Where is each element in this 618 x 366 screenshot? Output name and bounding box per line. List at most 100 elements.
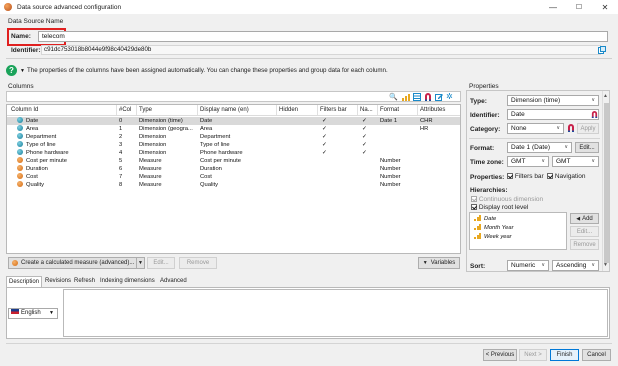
hierarchy-icon <box>474 233 481 239</box>
tab-indexing-dimensions[interactable]: Indexing dimensions <box>98 276 157 287</box>
table-row[interactable]: Date 0 Dimension (time) Date ✓ ✓ Date 1 CHR <box>7 117 460 125</box>
header-type[interactable]: Type <box>137 105 198 115</box>
table-cell-format: Number <box>380 166 401 172</box>
properties-scrollbar[interactable] <box>602 91 609 271</box>
header-col-number[interactable]: #Col <box>117 105 137 115</box>
hierarchies-list[interactable]: Date Month Year Week year <box>469 212 567 250</box>
type-select[interactable]: Dimension (time) ∨ <box>507 95 599 106</box>
apply-button[interactable]: Apply <box>577 123 599 134</box>
measure-icon <box>17 181 23 187</box>
create-measure-dropdown[interactable]: ▼ <box>136 257 145 269</box>
finish-button[interactable]: Finish <box>550 349 579 361</box>
table-cell-filters: ✓ <box>322 134 327 140</box>
copy-icon[interactable] <box>598 46 606 54</box>
table-cell-type: Measure <box>139 158 162 164</box>
hierarchy-tool-icon[interactable] <box>402 93 410 101</box>
filters-bar-check[interactable] <box>507 173 513 179</box>
table-cell-display: Department <box>200 134 231 140</box>
settings-tool-icon[interactable]: ✲ <box>446 92 455 101</box>
table-row[interactable]: Cost 7 Measure Cost Number <box>7 173 460 181</box>
table-row[interactable]: Quality 8 Measure Quality Number <box>7 181 460 189</box>
table-cell-filters <box>320 173 358 181</box>
display-root-checkbox[interactable]: Display root level <box>471 204 528 211</box>
tab-description[interactable]: Description <box>6 276 43 287</box>
edit-measure-button[interactable]: Edit... <box>147 257 175 269</box>
edit-hierarchy-button[interactable]: Edit... <box>570 226 599 237</box>
identifier-prop-input[interactable]: Date <box>507 109 599 120</box>
search-icon[interactable]: 🔍 <box>389 93 398 101</box>
help-icon[interactable]: ? <box>6 65 17 76</box>
description-textarea[interactable] <box>63 289 608 337</box>
table-cell-nav: ✓ <box>362 126 367 132</box>
format-select[interactable]: Date 1 (Date) ∨ <box>507 142 572 153</box>
sort-type-select[interactable]: Numeric ∨ <box>507 260 549 271</box>
name-input[interactable]: telecom <box>38 31 608 42</box>
header-filters-bar[interactable]: Filters bar <box>318 105 358 115</box>
timezone-value-2: GMT <box>556 158 571 165</box>
category-select[interactable]: None ∨ <box>507 123 564 134</box>
create-measure-button[interactable]: Create a calculated measure (advanced)..… <box>8 257 144 269</box>
column-id-label: Phone hardware <box>26 150 69 156</box>
remove-measure-button[interactable]: Remove <box>179 257 217 269</box>
filters-bar-checkbox[interactable]: Filters bar <box>507 173 544 180</box>
table-cell-filters: ✓ <box>322 142 327 148</box>
table-cell-format: Number <box>380 182 401 188</box>
table-cell-id: Area <box>9 125 117 133</box>
header-navigation[interactable]: Na... <box>358 105 378 115</box>
hierarchy-item[interactable]: Week year <box>474 233 512 241</box>
table-row[interactable]: Area 1 Dimension (geogra... Area ✓ ✓ HR <box>7 125 460 133</box>
format-edit-button[interactable]: Edit... <box>575 142 599 153</box>
scrollbar-thumb[interactable] <box>604 103 609 263</box>
header-hidden[interactable]: Hidden <box>277 105 318 115</box>
scroll-up-icon[interactable]: ▲ <box>603 93 608 99</box>
table-cell-nav: ✓ <box>362 134 367 140</box>
variables-button[interactable]: ▼ Variables <box>418 257 460 269</box>
table-cell-hidden <box>279 165 318 173</box>
navigation-check[interactable] <box>547 173 553 179</box>
table-cell-filters: ✓ <box>322 126 327 132</box>
tab-refresh[interactable]: Refresh <box>72 276 97 287</box>
table-tool-icon[interactable] <box>413 93 421 101</box>
header-display-name[interactable]: Display name (en) <box>198 105 277 115</box>
edit-tool-icon[interactable] <box>435 93 443 101</box>
sort-order-select[interactable]: Ascending ∨ <box>552 260 599 271</box>
tab-advanced[interactable]: Advanced <box>158 276 189 287</box>
navigation-checkbox[interactable]: Navigation <box>547 173 586 180</box>
header-attributes[interactable]: Attributes <box>418 105 460 115</box>
header-column-id[interactable]: Column Id <box>9 105 117 115</box>
next-button[interactable]: Next > <box>519 349 547 361</box>
language-value: English <box>21 310 41 316</box>
display-root-check[interactable] <box>471 204 477 210</box>
table-row[interactable]: Cost per minute 5 Measure Cost per minute Nu… <box>7 157 460 165</box>
cancel-button[interactable]: Cancel <box>582 349 611 361</box>
hierarchy-item[interactable]: Date <box>474 215 496 223</box>
chevron-down-icon: ∨ <box>541 158 545 164</box>
add-hierarchy-button[interactable]: ◀ Add <box>570 213 599 224</box>
timezone-select-2[interactable]: GMT ∨ <box>552 156 599 167</box>
continuous-dimension-checkbox[interactable]: Continuous dimension <box>471 196 543 203</box>
remove-hierarchy-button[interactable]: Remove <box>570 239 599 250</box>
magnet-tool-icon[interactable] <box>424 93 432 101</box>
table-row[interactable]: Type of line 3 Dimension Type of line ✓ ✓ <box>7 141 460 149</box>
sort-label: Sort: <box>470 263 486 270</box>
table-cell-attributes <box>420 133 460 141</box>
table-row[interactable]: Department 2 Dimension Department ✓ ✓ <box>7 133 460 141</box>
previous-button[interactable]: < Previous <box>483 349 517 361</box>
hierarchy-item[interactable]: Month Year <box>474 224 514 232</box>
language-select[interactable]: English ▼ <box>8 308 58 319</box>
category-label: Category: <box>470 126 501 133</box>
category-magnet-icon[interactable] <box>567 124 575 132</box>
timezone-select-1[interactable]: GMT ∨ <box>507 156 549 167</box>
continuous-check[interactable] <box>471 196 477 202</box>
tab-revisions[interactable]: Revisions <box>43 276 73 287</box>
sort-type-value: Numeric <box>511 262 536 269</box>
header-format[interactable]: Format <box>378 105 418 115</box>
minimize-button[interactable]: — <box>540 0 566 14</box>
close-button[interactable]: ✕ <box>592 0 618 14</box>
magnet-icon[interactable] <box>591 111 598 118</box>
maximize-button[interactable]: ☐ <box>566 0 592 14</box>
scroll-down-icon[interactable]: ▼ <box>603 262 608 268</box>
table-row[interactable]: Phone hardware 4 Dimension Phone hardware ✓ ✓ <box>7 149 460 157</box>
table-row[interactable]: Duration 6 Measure Duration Number <box>7 165 460 173</box>
expand-arrow-icon[interactable]: ▼ <box>20 68 25 74</box>
